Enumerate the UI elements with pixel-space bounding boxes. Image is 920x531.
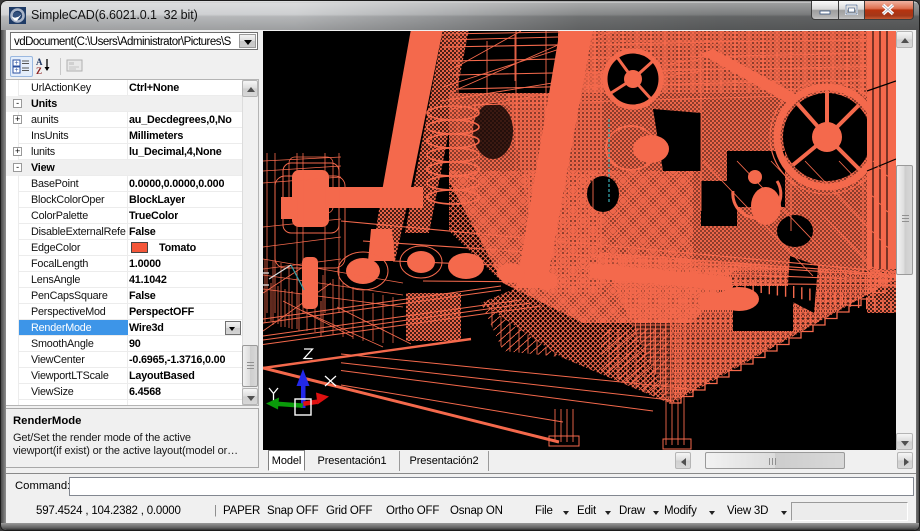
- svg-text:+: +: [14, 67, 18, 74]
- svg-text:+: +: [14, 60, 18, 67]
- svg-text:Z: Z: [36, 66, 42, 75]
